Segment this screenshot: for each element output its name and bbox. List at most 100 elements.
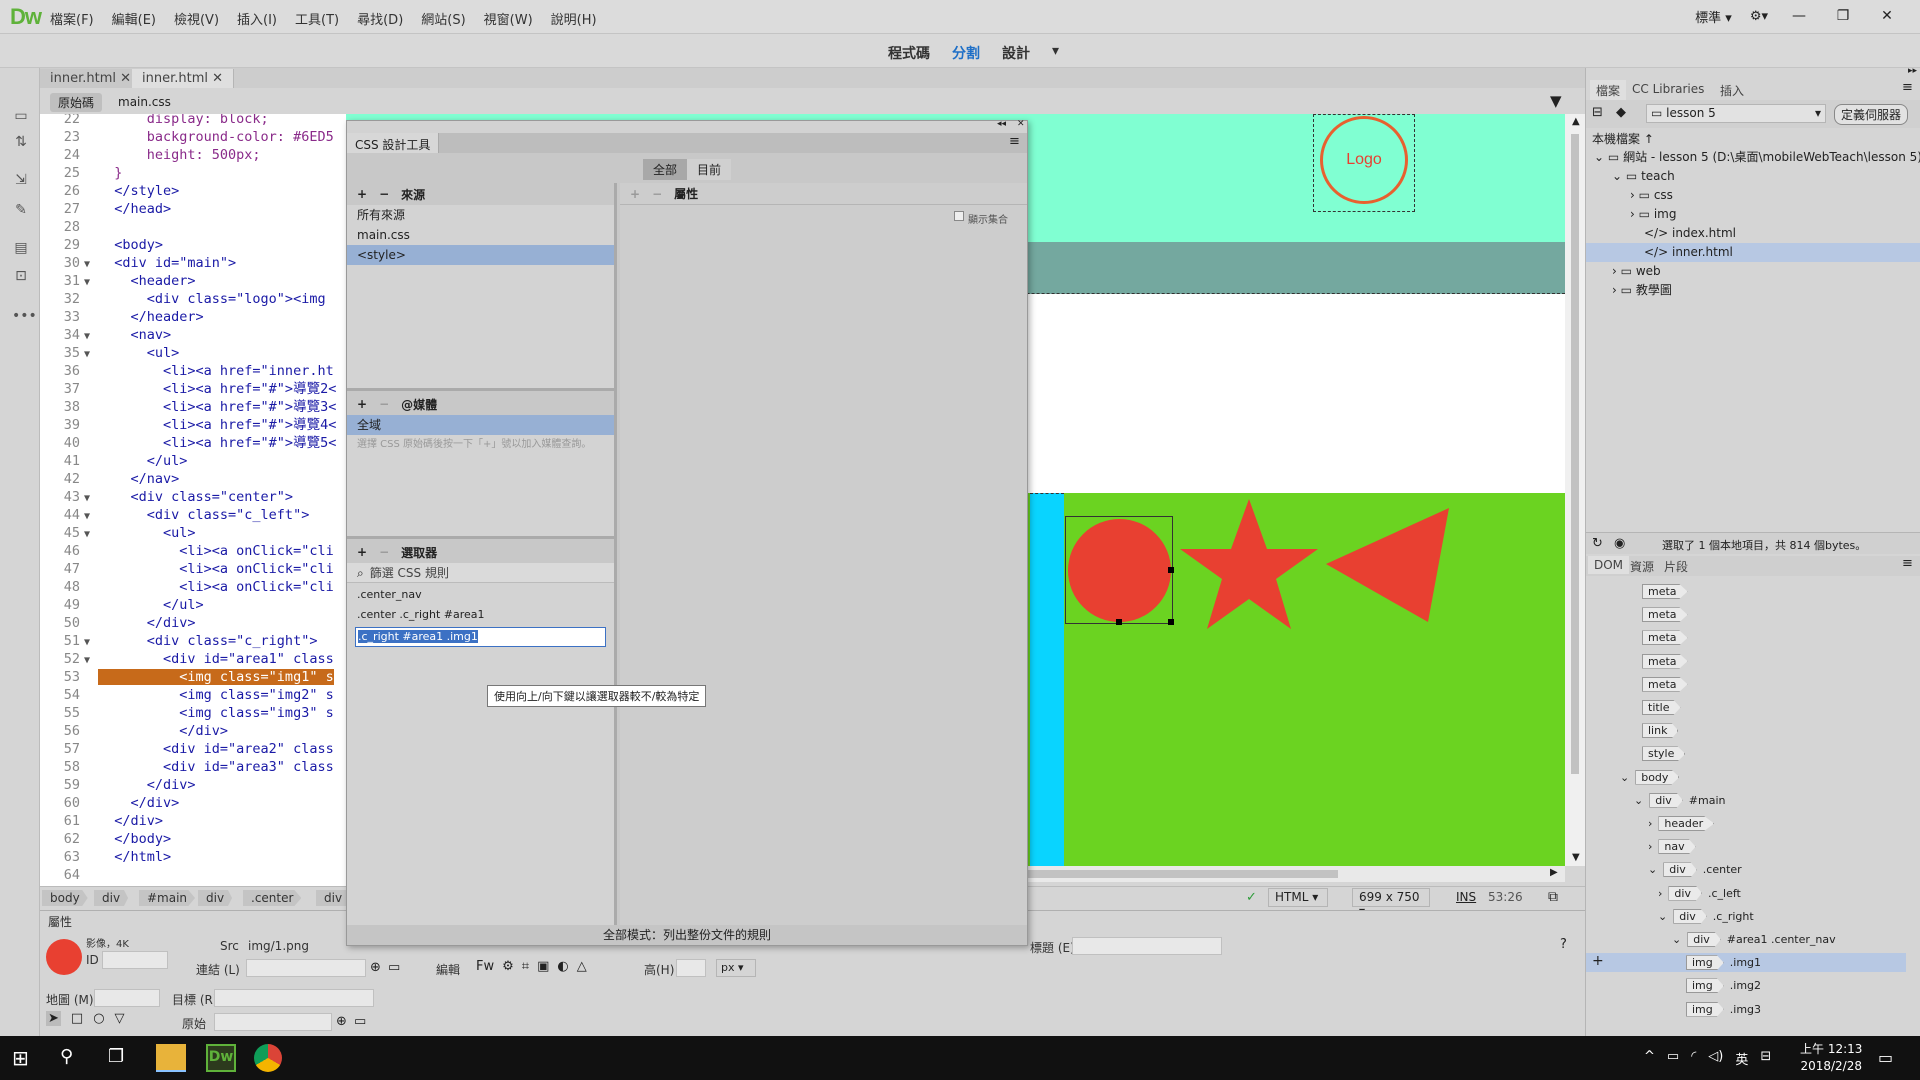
code-line[interactable]: 62 </body>: [40, 830, 171, 848]
chevron-right-icon[interactable]: ›: [1648, 840, 1652, 853]
id-input[interactable]: [102, 951, 168, 969]
unit-select[interactable]: px ▾: [716, 959, 756, 977]
dreamweaver-taskbar-icon[interactable]: Dw: [206, 1044, 236, 1072]
dom-node[interactable]: title: [1642, 698, 1687, 717]
dom-node[interactable]: ⌄ div #area1 .center_nav: [1672, 930, 1836, 949]
tree-item-img[interactable]: › ▭ img: [1586, 205, 1920, 224]
code-line[interactable]: 28: [40, 218, 98, 236]
crop-icon[interactable]: ⌗: [522, 959, 529, 974]
code-line[interactable]: 49 </ul>: [40, 596, 204, 614]
comment-icon[interactable]: ▤: [12, 240, 30, 258]
code-line[interactable]: 23 background-color: #6ED5: [40, 128, 334, 146]
source-code-button[interactable]: 原始碼: [50, 93, 103, 112]
menu-edit[interactable]: 編輯(E): [112, 9, 156, 28]
tree-item-web[interactable]: › ▭ web: [1586, 262, 1920, 281]
code-line[interactable]: 63 </html>: [40, 848, 171, 866]
chevron-up-icon[interactable]: ▲: [1572, 116, 1580, 127]
close-icon[interactable]: ✕: [120, 71, 131, 86]
live-view-icon[interactable]: ⧉: [1548, 889, 1558, 905]
dom-node[interactable]: meta: [1642, 652, 1694, 671]
link-input[interactable]: [246, 959, 366, 977]
remove-icon[interactable]: −: [379, 187, 389, 201]
chevron-down-icon[interactable]: ▼: [1572, 852, 1580, 863]
design-vertical-scrollbar[interactable]: ▲ ▼: [1565, 114, 1585, 866]
chevron-down-icon[interactable]: ⌄: [1658, 910, 1667, 923]
source-item-main-css[interactable]: main.css: [347, 225, 614, 245]
dom-node[interactable]: › div .c_left: [1658, 884, 1741, 903]
chevron-down-icon[interactable]: ⌄: [1612, 169, 1622, 183]
code-line[interactable]: 51 ▼ <div class="c_right">: [40, 632, 318, 650]
logo-image[interactable]: Logo: [1320, 116, 1408, 204]
triangle-image[interactable]: [1326, 494, 1461, 634]
breadcrumb-item[interactable]: div: [198, 890, 233, 906]
selector-item[interactable]: .center .c_right #area1: [347, 605, 614, 625]
chevron-right-icon[interactable]: ›: [1658, 887, 1662, 900]
code-line[interactable]: 40 <li><a href="#">導覽5<: [40, 434, 337, 452]
breadcrumb-item[interactable]: #main: [139, 890, 196, 906]
code-line[interactable]: 32 <div class="logo"><img: [40, 290, 326, 308]
code-line[interactable]: 36 <li><a href="inner.ht: [40, 362, 334, 380]
code-line[interactable]: 47 <li><a onClick="cli: [40, 560, 334, 578]
tab-insert[interactable]: 插入: [1714, 80, 1750, 101]
menu-help[interactable]: 說明(H): [551, 9, 597, 28]
dom-node[interactable]: img .img2: [1686, 976, 1761, 995]
pointer-hotspot-icon[interactable]: ➤: [46, 1011, 61, 1026]
tab-files[interactable]: 檔案: [1590, 80, 1627, 101]
brightness-icon[interactable]: ◐: [557, 959, 568, 974]
dom-node[interactable]: ⌄ div .center: [1648, 860, 1742, 879]
menu-find[interactable]: 尋找(D): [357, 9, 403, 28]
resize-handle[interactable]: [1116, 619, 1122, 625]
dom-node[interactable]: link: [1642, 721, 1684, 740]
dom-node[interactable]: meta: [1642, 628, 1694, 647]
breadcrumb-item[interactable]: div: [94, 890, 129, 906]
open-documents-icon[interactable]: ▭: [12, 108, 30, 126]
tab-assets[interactable]: 資源: [1624, 556, 1660, 577]
close-icon[interactable]: ✕: [1017, 119, 1025, 129]
dom-node[interactable]: ⌄ body: [1620, 768, 1685, 787]
design-view-button[interactable]: 設計: [1002, 43, 1030, 63]
help-icon[interactable]: ?: [1560, 937, 1567, 952]
insert-mode[interactable]: INS: [1456, 890, 1476, 904]
chevron-down-icon[interactable]: ⌄: [1672, 933, 1681, 946]
show-set-toggle[interactable]: 顯示集合: [954, 211, 1008, 226]
resize-handle[interactable]: [1168, 567, 1174, 573]
tree-item-index-html[interactable]: </> index.html: [1586, 224, 1920, 243]
dom-node[interactable]: img .img1: [1586, 953, 1906, 973]
breadcrumb-item[interactable]: .center: [243, 890, 302, 906]
resample-icon[interactable]: ▣: [537, 959, 549, 974]
chevron-right-icon[interactable]: ›: [1630, 207, 1635, 221]
restore-button[interactable]: ❐: [1830, 6, 1856, 26]
panel-menu-icon[interactable]: ≡: [1009, 134, 1020, 149]
code-line[interactable]: 43 ▼ <div class="center">: [40, 488, 293, 506]
code-line[interactable]: 39 <li><a href="#">導覽4<: [40, 416, 337, 434]
code-line[interactable]: 25 }: [40, 164, 123, 182]
remove-icon[interactable]: −: [379, 545, 389, 559]
dom-node[interactable]: style: [1642, 744, 1691, 763]
network-icon[interactable]: ◜: [1691, 1049, 1696, 1068]
css-designer-title[interactable]: CSS 設計工具: [347, 133, 440, 153]
code-line[interactable]: 58 <div id="area3" class: [40, 758, 334, 776]
point-to-file-icon[interactable]: ⊕: [370, 960, 381, 975]
tab-dom[interactable]: DOM: [1588, 556, 1630, 574]
code-line[interactable]: 57 <div id="area2" class: [40, 740, 334, 758]
code-line[interactable]: 61 </div>: [40, 812, 163, 830]
code-line[interactable]: 54 <img class="img2" s: [40, 686, 334, 704]
src-value[interactable]: img/1.png: [248, 939, 309, 953]
title-input[interactable]: [1072, 937, 1222, 955]
source-item-style[interactable]: <style>: [347, 245, 614, 265]
rectangle-hotspot-icon[interactable]: □: [71, 1011, 83, 1026]
media-item-global[interactable]: 全域: [347, 415, 614, 435]
original-input[interactable]: [214, 1013, 332, 1031]
code-line[interactable]: 64: [40, 866, 98, 884]
log-icon[interactable]: ◉: [1614, 536, 1625, 551]
menu-site[interactable]: 網站(S): [421, 9, 465, 28]
show-set-checkbox[interactable]: [954, 211, 964, 221]
close-button[interactable]: ✕: [1874, 6, 1900, 26]
selector-filter[interactable]: ⌕ 篩選 CSS 規則: [347, 563, 614, 583]
target-select[interactable]: [214, 989, 374, 1007]
menu-tools[interactable]: 工具(T): [295, 9, 339, 28]
all-mode-button[interactable]: 全部: [643, 159, 688, 180]
collapse-icon[interactable]: ◂◂: [997, 119, 1006, 129]
scroll-thumb[interactable]: [1028, 870, 1338, 878]
code-line[interactable]: 41 </ul>: [40, 452, 188, 470]
